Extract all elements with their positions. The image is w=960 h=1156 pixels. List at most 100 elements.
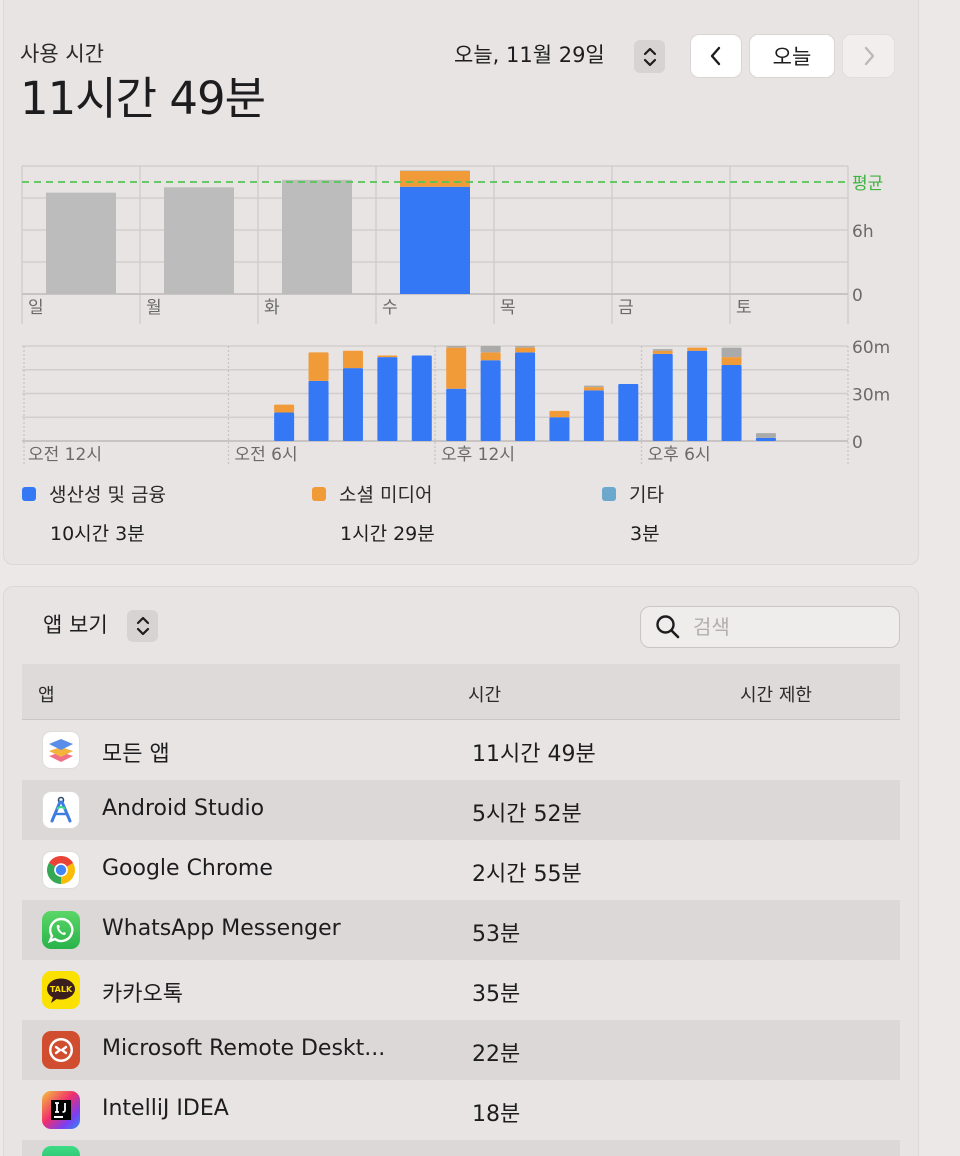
- bar-hour-10-series-1: [377, 355, 398, 358]
- chevron-left-icon: [710, 46, 721, 66]
- bar-hour-10-series-0: [377, 357, 398, 441]
- average-label: 평균: [852, 174, 883, 194]
- bar-hour-13-series-0: [480, 360, 501, 441]
- bar-hour-7-series-0: [274, 412, 295, 441]
- app-name: Microsoft Remote Deskt...: [102, 1036, 386, 1061]
- table-row[interactable]: IntelliJ IDEA 18분: [22, 1080, 900, 1140]
- bar-hour-11-series-0: [411, 355, 432, 441]
- bar-hour-14-series-2: [515, 346, 536, 348]
- social-color-swatch: [312, 486, 326, 501]
- bar-hour-9-series-0: [342, 368, 363, 441]
- hour-label: 오후 6시: [648, 445, 711, 465]
- hour-label: 오전 6시: [235, 445, 298, 465]
- app-icon: [42, 1146, 80, 1156]
- bar-hour-16-series-2: [583, 385, 604, 388]
- app-name: WhatsApp Messenger: [102, 916, 341, 941]
- table-row[interactable]: TALK 카카오톡 35분: [22, 960, 900, 1020]
- legend-label: 생산성 및 금융: [49, 484, 166, 506]
- column-header-limit[interactable]: 시간 제한: [740, 681, 812, 707]
- app-time: 18분: [472, 1102, 521, 1127]
- bar-hour-20-series-2: [721, 347, 742, 358]
- bar-hour-13-series-1: [480, 352, 501, 361]
- bar-hour-12-series-2: [446, 346, 467, 348]
- bar-hour-16-series-1: [583, 387, 604, 391]
- day-label: 수: [382, 298, 398, 318]
- table-row[interactable]: WhatsApp Messenger 53분: [22, 900, 900, 960]
- table-row[interactable]: [22, 1140, 900, 1156]
- app-time: 53분: [472, 922, 521, 947]
- bar-hour-9-series-1: [342, 350, 363, 369]
- bar-hour-18-series-2: [652, 349, 673, 351]
- app-time: 35분: [472, 982, 521, 1007]
- day-label: 월: [146, 298, 162, 318]
- bar-day-2: [282, 179, 352, 294]
- previous-day-button[interactable]: [690, 34, 742, 78]
- y-tick-label: 30m: [852, 386, 890, 406]
- chrome-icon: [42, 851, 80, 889]
- bar-hour-20-series-1: [721, 357, 742, 365]
- search-input[interactable]: [693, 615, 873, 639]
- bar-day-1: [164, 187, 234, 294]
- bar-day-3-series-0: [400, 186, 470, 294]
- bar-hour-21-series-0: [755, 437, 776, 441]
- y-tick-label: 0: [852, 433, 863, 453]
- all-apps-icon: [42, 731, 80, 769]
- today-button[interactable]: 오늘: [749, 34, 835, 78]
- bar-hour-12-series-0: [446, 388, 467, 441]
- day-label: 토: [736, 298, 752, 318]
- table-header: 앱 시간 시간 제한: [22, 664, 900, 720]
- other-color-swatch: [602, 486, 616, 501]
- whatsapp-icon: [42, 911, 80, 949]
- app-name: IntelliJ IDEA: [102, 1096, 229, 1121]
- legend-value-productivity: 10시간 3분: [50, 523, 145, 545]
- remote-desktop-icon: [42, 1031, 80, 1069]
- bar-hour-16-series-0: [583, 390, 604, 441]
- next-day-button[interactable]: [842, 34, 895, 78]
- app-name: 카카오톡: [102, 982, 183, 1007]
- bar-hour-15-series-1: [549, 410, 570, 418]
- legend-other: 기타: [602, 480, 664, 507]
- bar-hour-17-series-0: [618, 384, 639, 441]
- column-header-time[interactable]: 시간: [468, 681, 501, 707]
- column-header-app[interactable]: 앱: [38, 681, 55, 707]
- bar-hour-12-series-1: [446, 347, 467, 389]
- bar-hour-18-series-0: [652, 353, 673, 441]
- table-row[interactable]: 모든 앱 11시간 49분: [22, 720, 900, 780]
- day-label: 일: [28, 298, 44, 318]
- table-row[interactable]: Microsoft Remote Deskt... 22분: [22, 1020, 900, 1080]
- view-stepper[interactable]: [127, 610, 158, 642]
- bar-hour-8-series-0: [308, 380, 329, 441]
- app-time: 11시간 49분: [472, 742, 596, 767]
- table-row[interactable]: Android Studio 5시간 52분: [22, 780, 900, 840]
- app-view-label[interactable]: 앱 보기: [43, 609, 108, 639]
- app-time: 5시간 52분: [472, 802, 582, 827]
- bar-hour-18-series-1: [652, 350, 673, 354]
- search-icon: [656, 615, 680, 639]
- search-box[interactable]: [640, 606, 900, 648]
- bar-hour-15-series-0: [549, 417, 570, 441]
- legend-label: 소셜 미디어: [339, 484, 433, 506]
- bar-hour-8-series-1: [308, 352, 329, 381]
- hour-label: 오후 12시: [441, 445, 515, 465]
- hourly-usage-chart: 오전 12시 오전 6시 오후 12시 오후 6시 60m 30m 0: [22, 338, 890, 465]
- kakaotalk-icon: TALK: [42, 971, 80, 1009]
- bar-hour-14-series-1: [515, 347, 536, 353]
- bar-hour-20-series-0: [721, 365, 742, 441]
- app-time: 22분: [472, 1042, 521, 1067]
- kakao-icon-text: TALK: [50, 985, 73, 994]
- legend-label: 기타: [629, 484, 664, 506]
- bar-hour-21-series-2: [755, 433, 776, 438]
- bar-day-3-series-2: [400, 170, 470, 172]
- bar-hour-13-series-2: [480, 346, 501, 353]
- bar-day-3-series-1: [400, 171, 470, 187]
- productivity-color-swatch: [22, 486, 36, 501]
- date-stepper[interactable]: [634, 40, 665, 73]
- table-row[interactable]: Google Chrome 2시간 55분: [22, 840, 900, 900]
- intellij-icon: [42, 1091, 80, 1129]
- app-name: 모든 앱: [102, 742, 170, 767]
- android-studio-icon: [42, 791, 80, 829]
- legend-social: 소셜 미디어: [312, 480, 432, 507]
- app-name: Google Chrome: [102, 856, 273, 881]
- total-usage: 11시간 49분: [20, 72, 266, 125]
- legend-productivity: 생산성 및 금융: [22, 480, 166, 507]
